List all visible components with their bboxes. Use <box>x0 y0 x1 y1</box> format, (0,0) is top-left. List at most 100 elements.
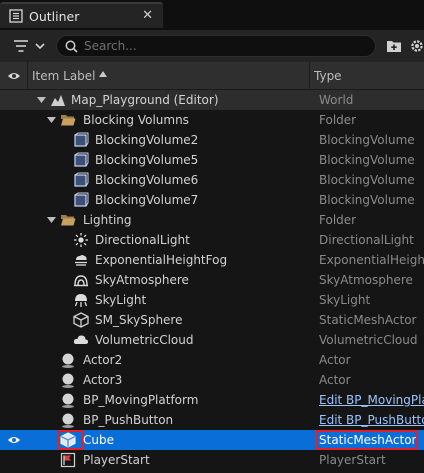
type-column-header[interactable]: Type <box>314 69 342 83</box>
row-type: ExponentialHeightFog <box>319 253 424 267</box>
row-label: ExponentialHeightFog <box>95 253 228 267</box>
row-label: VolumetricCloud <box>95 333 194 347</box>
height-fog-icon <box>75 255 87 266</box>
actor-icon <box>62 373 74 388</box>
row-type: SkyAtmosphere <box>319 273 413 287</box>
folder-open-icon <box>61 215 76 226</box>
row-type: Folder <box>319 113 357 127</box>
close-icon[interactable]: ✕ <box>142 8 153 23</box>
search-icon <box>65 40 78 53</box>
column-divider[interactable] <box>309 62 310 90</box>
eye-icon <box>8 73 20 79</box>
eye-icon[interactable] <box>7 435 21 445</box>
tree-row-actor[interactable]: PlayerStart PlayerStart <box>0 450 424 470</box>
tree-row-selected[interactable]: Cube StaticMeshActor <box>0 430 424 450</box>
folder-open-icon <box>61 115 76 126</box>
row-type: Actor <box>319 353 351 367</box>
blocking-volume-icon <box>74 192 89 207</box>
edit-blueprint-link[interactable]: Edit BP_MovingPlatform <box>319 393 424 407</box>
tree-row-actor[interactable]: BlockingVolume2 BlockingVolume <box>0 130 424 150</box>
search-box[interactable] <box>56 35 376 57</box>
highlight-box <box>316 430 418 450</box>
row-type: SkyLight <box>319 293 371 307</box>
row-label: SkyLight <box>95 293 147 307</box>
world-icon <box>51 95 65 106</box>
directional-light-icon <box>74 233 88 247</box>
row-type: BlockingVolume <box>319 193 415 207</box>
row-type: Actor <box>319 373 351 387</box>
tab-title: Outliner <box>29 8 80 24</box>
highlight-box <box>57 430 83 450</box>
row-label: SkyAtmosphere <box>95 273 189 287</box>
row-label: Map_Playground (Editor) <box>71 93 219 107</box>
tree-row-actor[interactable]: BlockingVolume6 BlockingVolume <box>0 170 424 190</box>
static-mesh-icon <box>73 312 89 328</box>
row-type: DirectionalLight <box>319 233 414 247</box>
tree-row-actor[interactable]: SkyLight SkyLight <box>0 290 424 310</box>
row-type: StaticMeshActor <box>319 313 417 327</box>
row-type: BlockingVolume <box>319 133 415 147</box>
tree-row-actor[interactable]: DirectionalLight DirectionalLight <box>0 230 424 250</box>
tree-row-actor[interactable]: SkyAtmosphere SkyAtmosphere <box>0 270 424 290</box>
actor-icon <box>62 353 74 368</box>
row-label: BlockingVolume2 <box>95 133 199 147</box>
sort-ascending-icon <box>99 71 107 77</box>
row-label: BlockingVolume7 <box>95 193 199 207</box>
row-type: Folder <box>319 213 357 227</box>
tree-row-actor[interactable]: BP_PushButton Edit BP_PushButton <box>0 410 424 430</box>
row-label: PlayerStart <box>83 453 150 467</box>
tab-outliner[interactable]: Outliner ✕ <box>0 2 163 28</box>
row-label: Actor2 <box>83 353 123 367</box>
row-label: SM_SkySphere <box>95 313 183 327</box>
row-type: BlockingVolume <box>319 153 415 167</box>
row-type: PlayerStart <box>319 453 386 467</box>
row-label: BlockingVolume5 <box>95 153 199 167</box>
expand-arrow-icon[interactable] <box>37 96 46 104</box>
blocking-volume-icon <box>74 172 89 187</box>
column-header: Item Label Type <box>0 62 424 90</box>
tree-row-actor[interactable]: BlockingVolume7 BlockingVolume <box>0 190 424 210</box>
outliner-panel: Outliner ✕ Search... Item Label Type Map… <box>0 0 424 473</box>
item-label-column-header[interactable]: Item Label <box>32 69 96 83</box>
row-label: Cube <box>83 433 114 447</box>
blocking-volume-icon <box>74 152 89 167</box>
tree-row-actor[interactable]: Actor3 Actor <box>0 370 424 390</box>
tree-row-actor[interactable]: ExponentialHeightFog ExponentialHeightFo… <box>0 250 424 270</box>
tree-row-actor[interactable]: VolumetricCloud VolumetricCloud <box>0 330 424 350</box>
outliner-tree: Map_Playground (Editor) World Blocking V… <box>0 90 424 473</box>
tree-row-actor[interactable]: BP_MovingPlatform Edit BP_MovingPlatform <box>0 390 424 410</box>
gear-icon[interactable] <box>409 38 424 54</box>
actor-icon <box>62 393 74 408</box>
visibility-column-header[interactable] <box>0 62 28 90</box>
row-label: Actor3 <box>83 373 123 387</box>
edit-blueprint-link[interactable]: Edit BP_PushButton <box>319 413 424 427</box>
row-label: Lighting <box>83 213 132 227</box>
tree-row-actor[interactable]: SM_SkySphere StaticMeshActor <box>0 310 424 330</box>
tree-row-actor[interactable]: Actor2 Actor <box>0 350 424 370</box>
tree-row-actor[interactable]: BlockingVolume5 BlockingVolume <box>0 150 424 170</box>
expand-arrow-icon[interactable] <box>47 116 56 124</box>
tree-row-folder[interactable]: Blocking Volumns Folder <box>0 110 424 130</box>
actor-icon <box>62 413 74 428</box>
outliner-tab-icon <box>9 9 23 23</box>
sky-light-icon <box>74 294 88 307</box>
row-type: VolumetricCloud <box>319 333 418 347</box>
player-start-icon <box>60 452 76 468</box>
expand-arrow-icon[interactable] <box>47 216 56 224</box>
row-label: BlockingVolume6 <box>95 173 199 187</box>
volumetric-cloud-icon <box>73 335 89 344</box>
tree-row-world[interactable]: Map_Playground (Editor) World <box>0 90 424 110</box>
row-label: BP_MovingPlatform <box>83 393 199 407</box>
tab-bar: Outliner ✕ <box>0 0 424 30</box>
toolbar <box>0 30 424 62</box>
blocking-volume-icon <box>74 132 89 147</box>
row-label: Blocking Volumns <box>83 113 189 127</box>
row-label: BP_PushButton <box>83 413 174 427</box>
filter-icon[interactable] <box>12 38 48 54</box>
add-folder-icon[interactable] <box>386 38 402 53</box>
sky-atmosphere-icon <box>74 275 88 287</box>
row-type: World <box>319 93 354 107</box>
search-input[interactable] <box>84 39 364 53</box>
tree-row-folder[interactable]: Lighting Folder <box>0 210 424 230</box>
row-type: BlockingVolume <box>319 173 415 187</box>
